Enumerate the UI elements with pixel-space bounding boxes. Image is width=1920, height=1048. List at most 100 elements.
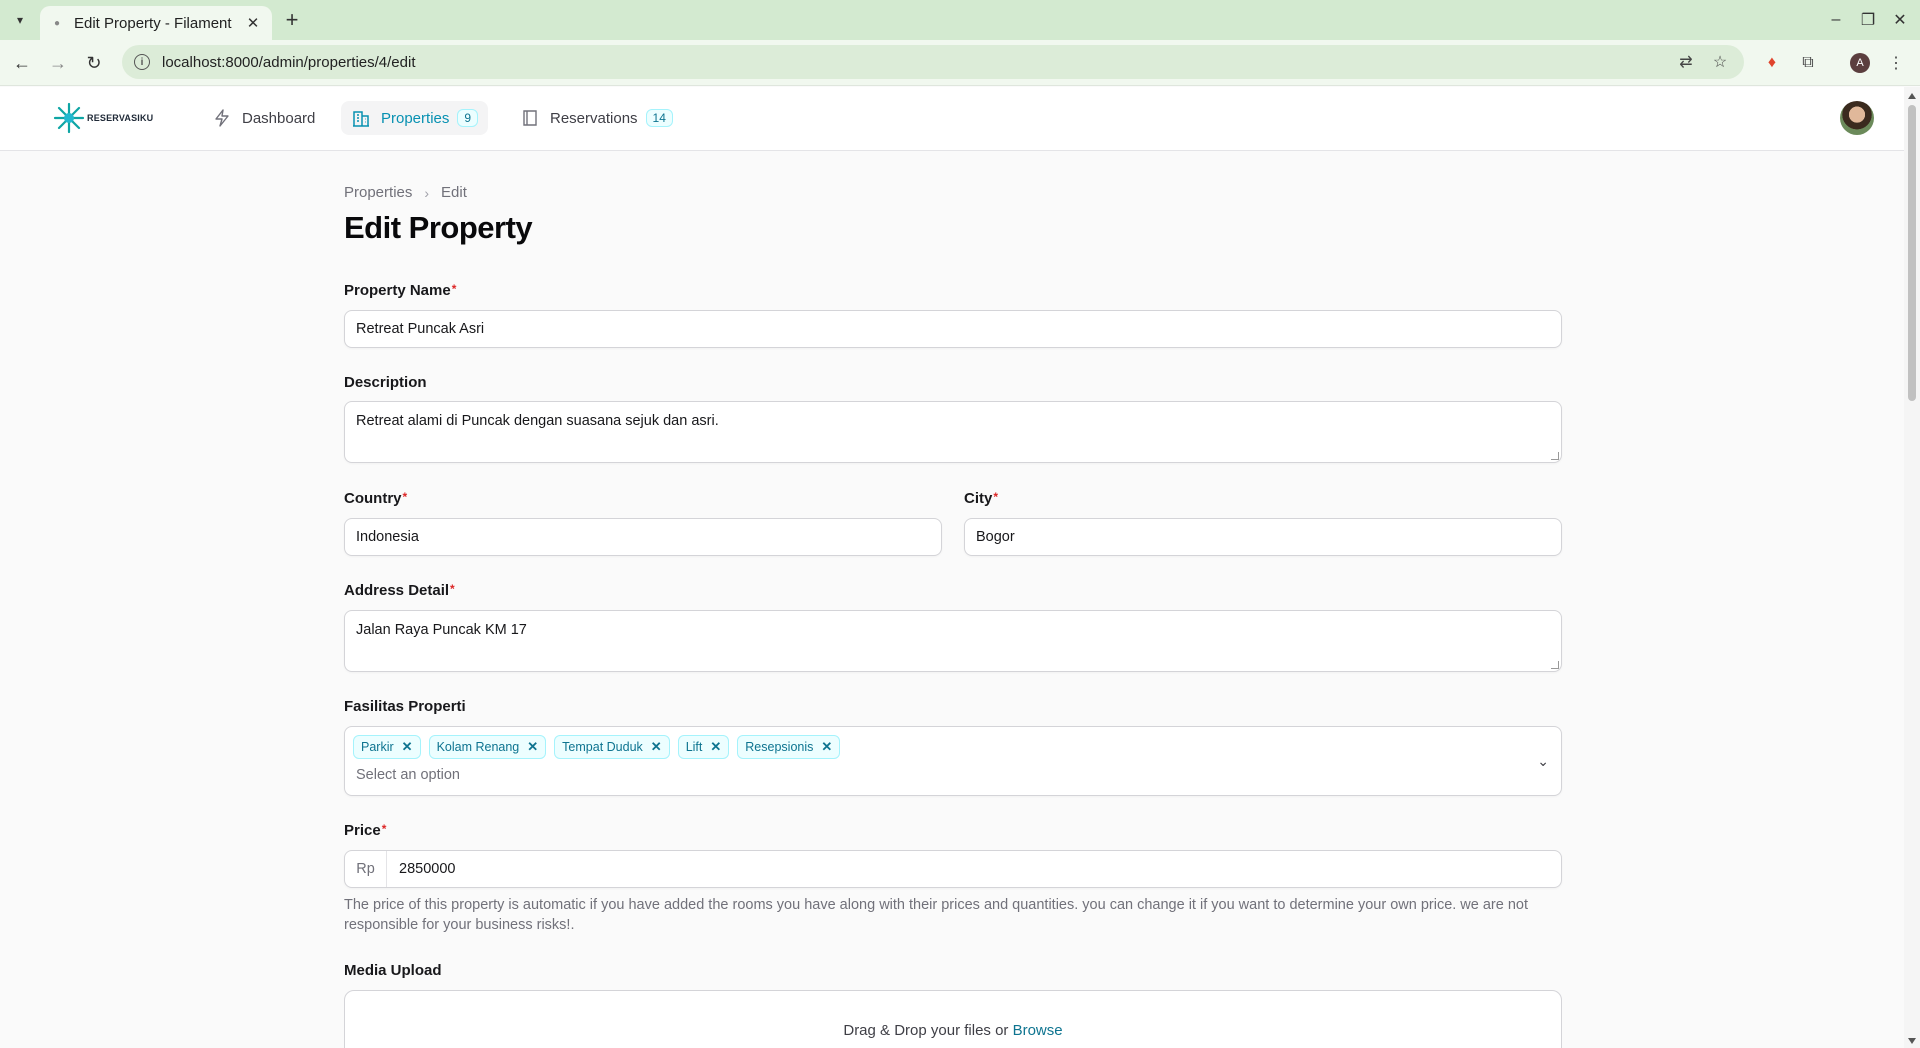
country-label: Country* xyxy=(344,490,407,507)
remove-chip-icon[interactable]: ✕ xyxy=(527,739,538,755)
drop-text: Drag & Drop your files or xyxy=(843,1022,1009,1039)
property-name-label-text: Property Name xyxy=(344,282,451,299)
bolt-icon xyxy=(212,108,232,128)
page-scrollbar[interactable] xyxy=(1904,87,1920,1048)
breadcrumb-properties-link[interactable]: Properties xyxy=(344,184,412,201)
city-input[interactable]: Bogor xyxy=(964,518,1562,556)
price-field: Rp 2850000 xyxy=(344,850,1562,888)
address-textarea[interactable]: Jalan Raya Puncak KM 17 xyxy=(344,610,1562,672)
logo-text: RESERVASIKU xyxy=(87,113,154,123)
page-title: Edit Property xyxy=(344,210,533,245)
nav-dashboard[interactable]: Dashboard xyxy=(202,101,325,135)
remove-chip-icon[interactable]: ✕ xyxy=(651,739,662,755)
nav-properties-badge: 9 xyxy=(457,109,479,127)
media-dropzone[interactable]: Drag & Drop your files or Browse xyxy=(344,990,1562,1048)
book-icon xyxy=(520,108,540,128)
chip-resepsionis: Resepsionis ✕ xyxy=(737,735,841,759)
chevron-down-icon[interactable]: ⌄ xyxy=(1537,753,1549,770)
required-marker: * xyxy=(381,822,387,836)
nav-properties[interactable]: Properties 9 xyxy=(341,101,489,135)
required-marker: * xyxy=(993,490,999,504)
city-label: City* xyxy=(964,490,998,507)
scroll-up-icon[interactable] xyxy=(1908,93,1916,99)
resize-handle-icon[interactable] xyxy=(1551,452,1559,460)
required-marker: * xyxy=(450,582,455,596)
nav-reservations-badge: 14 xyxy=(645,109,673,127)
tab-favicon-icon: ● xyxy=(53,17,61,29)
nav-reservations[interactable]: Reservations 14 xyxy=(510,101,683,135)
app-logo[interactable]: RESERVASIKU xyxy=(52,99,153,137)
facilities-multiselect[interactable]: Parkir ✕ Kolam Renang ✕ Tempat Duduk ✕ Lift… xyxy=(344,726,1562,796)
chip-label: Parkir xyxy=(361,740,394,754)
description-label: Description xyxy=(344,374,427,391)
app-top-nav: RESERVASIKU Dashboard Properties 9 Reser… xyxy=(0,87,1904,151)
price-label-text: Price xyxy=(344,822,381,839)
property-name-label: Property Name* xyxy=(344,282,456,299)
city-label-text: City xyxy=(964,490,993,507)
close-window-icon[interactable]: ✕ xyxy=(1888,8,1912,32)
logo-star-icon xyxy=(53,102,85,134)
chip-parkir: Parkir ✕ xyxy=(353,735,421,759)
browser-tab[interactable]: ● Edit Property - Filament ✕ xyxy=(40,6,272,40)
price-helper-text: The price of this property is automatic … xyxy=(344,897,1529,933)
breadcrumb-chevron-icon: › xyxy=(424,184,430,201)
facilities-label: Fasilitas Properti xyxy=(344,698,466,715)
scrollbar-thumb[interactable] xyxy=(1908,105,1916,401)
building-icon xyxy=(351,108,371,128)
country-label-text: Country xyxy=(344,490,402,507)
forward-icon[interactable]: → xyxy=(46,51,70,75)
tab-list-chevron-icon[interactable]: ▾ xyxy=(8,8,32,32)
user-avatar[interactable] xyxy=(1840,101,1874,135)
remove-chip-icon[interactable]: ✕ xyxy=(710,739,721,755)
nav-dashboard-label: Dashboard xyxy=(242,109,316,127)
property-name-input[interactable]: Retreat Puncak Asri xyxy=(344,310,1562,348)
required-marker: * xyxy=(402,490,408,504)
description-textarea[interactable]: Retreat alami di Puncak dengan suasana s… xyxy=(344,401,1562,463)
description-value: Retreat alami di Puncak dengan suasana s… xyxy=(356,413,719,429)
required-marker: * xyxy=(451,282,457,296)
restore-icon[interactable]: ❐ xyxy=(1856,8,1880,32)
nav-reservations-label: Reservations xyxy=(550,109,638,127)
nav-properties-label: Properties xyxy=(381,109,450,127)
browser-toolbar: ← → ↻ i localhost:8000/admin/properties/… xyxy=(0,40,1920,86)
price-label: Price* xyxy=(344,822,386,839)
chip-label: Kolam Renang xyxy=(436,740,520,754)
resize-handle-icon[interactable] xyxy=(1551,661,1559,669)
chip-label: Tempat Duduk xyxy=(562,740,643,754)
extension-metamask-icon[interactable]: ♦ xyxy=(1760,51,1784,75)
scroll-down-icon[interactable] xyxy=(1908,1038,1916,1044)
chip-label: Lift xyxy=(685,740,703,754)
profile-avatar[interactable]: A xyxy=(1848,51,1872,75)
chip-tempat-duduk: Tempat Duduk ✕ xyxy=(554,735,670,759)
close-tab-icon[interactable]: ✕ xyxy=(244,14,262,32)
facilities-search-input[interactable]: Select an option xyxy=(356,767,460,783)
price-input[interactable]: 2850000 xyxy=(387,851,1561,887)
address-value: Jalan Raya Puncak KM 17 xyxy=(356,622,527,638)
price-prefix: Rp xyxy=(345,851,387,887)
tab-title: Edit Property - Filament xyxy=(74,14,232,32)
media-upload-label: Media Upload xyxy=(344,962,442,979)
breadcrumb-current: Edit xyxy=(441,184,467,201)
reload-icon[interactable]: ↻ xyxy=(82,51,106,75)
breadcrumb: Properties › Edit xyxy=(344,184,467,201)
chip-label: Resepsionis xyxy=(745,740,814,754)
new-tab-icon[interactable]: + xyxy=(280,7,304,32)
remove-chip-icon[interactable]: ✕ xyxy=(402,739,413,755)
remove-chip-icon[interactable]: ✕ xyxy=(821,739,832,755)
browser-menu-icon[interactable]: ⋮ xyxy=(1884,51,1908,75)
minimize-icon[interactable]: – xyxy=(1824,8,1848,32)
back-icon[interactable]: ← xyxy=(10,51,34,75)
url-text: localhost:8000/admin/properties/4/edit xyxy=(162,53,416,71)
address-bar[interactable]: i localhost:8000/admin/properties/4/edit… xyxy=(122,45,1744,79)
site-info-icon[interactable]: i xyxy=(134,54,150,70)
browser-tab-bar: ▾ ● Edit Property - Filament ✕ + – ❐ ✕ xyxy=(0,0,1920,40)
browse-link[interactable]: Browse xyxy=(1013,1022,1063,1039)
facilities-chips: Parkir ✕ Kolam Renang ✕ Tempat Duduk ✕ Lift… xyxy=(353,735,841,759)
translate-icon[interactable]: ⇄ xyxy=(1674,50,1698,74)
dropzone-text: Drag & Drop your files or Browse xyxy=(345,1022,1561,1039)
extensions-puzzle-icon[interactable]: ⧉ xyxy=(1796,51,1820,75)
chip-kolam-renang: Kolam Renang ✕ xyxy=(428,735,547,759)
bookmark-star-icon[interactable]: ☆ xyxy=(1708,50,1732,74)
country-input[interactable]: Indonesia xyxy=(344,518,942,556)
chip-lift: Lift ✕ xyxy=(677,735,730,759)
